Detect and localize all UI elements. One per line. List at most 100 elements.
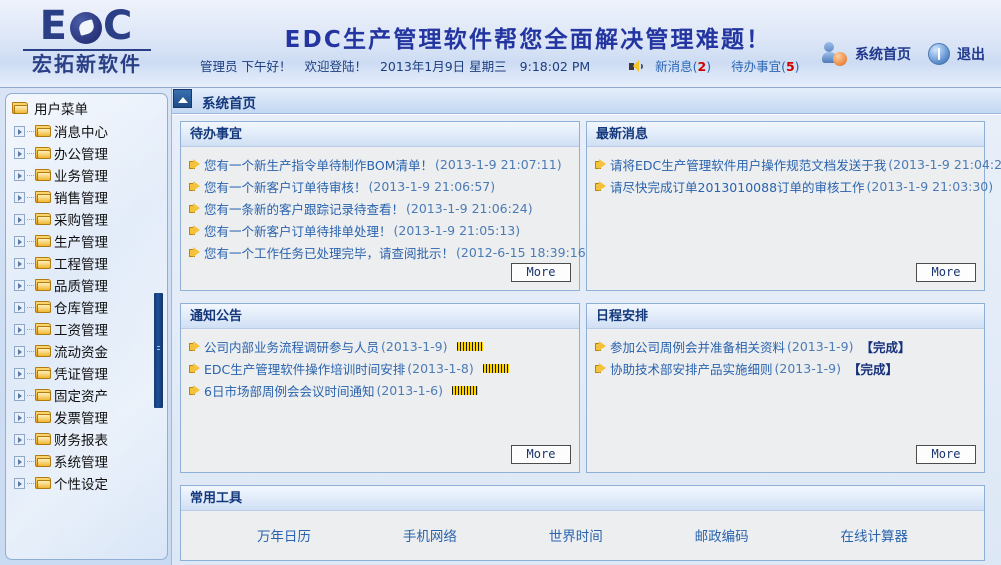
news-more-button[interactable]: More [916,263,976,282]
tool-link-3[interactable]: 邮政编码 [695,525,749,545]
sidebar-item-1[interactable]: 办公管理 [6,142,167,164]
new-badge-icon [482,363,509,373]
sidebar-item-6[interactable]: 工程管理 [6,252,167,274]
tool-link-4[interactable]: 在线计算器 [841,525,909,545]
tree-connector [27,196,35,198]
expand-arrow-icon[interactable] [14,367,25,379]
tool-link-1[interactable]: 手机网络 [403,525,457,545]
folder-icon [35,168,52,182]
expand-arrow-icon[interactable] [14,323,25,335]
schedule-link[interactable]: 参加公司周例会并准备相关资料 [610,337,785,356]
power-icon[interactable] [928,43,950,65]
logo: EC 宏拓新软件 [12,4,162,84]
todo-count: 5 [785,59,795,74]
todo-link[interactable]: 您有一个工作任务已处理完毕，请查阅批示！ [204,243,454,262]
expand-arrow-icon[interactable] [14,125,25,137]
expand-arrow-icon[interactable] [14,345,25,357]
panel-notice: 通知公告 公司内部业务流程调研参与人员 (2013-1-9) EDC生产管理软件操作… [180,303,580,473]
sidebar-item-3[interactable]: 销售管理 [6,186,167,208]
expand-arrow-icon[interactable] [14,257,25,269]
schedule-item[interactable]: 参加公司周例会并准备相关资料 (2013-1-9) 【完成】 [595,335,976,357]
notice-more-button[interactable]: More [511,445,571,464]
folder-icon [35,212,52,226]
todo-more-button[interactable]: More [511,263,571,282]
notice-item[interactable]: EDC生产管理软件操作培训时间安排 (2013-1-8) [189,357,571,379]
todo-item[interactable]: 您有一个新生产指令单待制作BOM清单！ (2013-1-9 21:07:11) [189,153,571,175]
tree-connector [27,130,35,132]
sidebar-item-9[interactable]: 工资管理 [6,318,167,340]
todo-timestamp: (2013-1-9 21:06:24) [406,200,533,216]
news-link[interactable]: 请尽快完成订单2013010088订单的审核工作 [610,177,865,196]
expand-arrow-icon[interactable] [14,411,25,423]
schedule-link[interactable]: 协助技术部安排产品实施细则 [610,359,773,378]
sidebar-scrollbar-thumb[interactable] [154,293,163,408]
expand-arrow-icon[interactable] [14,433,25,445]
sidebar-item-10[interactable]: 流动资金 [6,340,167,362]
sidebar-item-label: 消息中心 [54,125,108,141]
sidebar-item-4[interactable]: 采购管理 [6,208,167,230]
sidebar-item-8[interactable]: 仓库管理 [6,296,167,318]
tree-connector [27,174,35,176]
logout-button[interactable]: 退出 [957,44,985,64]
sidebar-item-14[interactable]: 财务报表 [6,428,167,450]
expand-arrow-icon[interactable] [14,455,25,467]
notice-item[interactable]: 6日市场部周例会会议时间通知 (2013-1-6) [189,379,571,401]
sidebar-item-label: 财务报表 [54,433,108,449]
sidebar-item-label: 发票管理 [54,411,108,427]
new-message-counter[interactable]: 新消息(2) [655,59,711,74]
new-badge-icon [451,385,478,395]
expand-arrow-icon[interactable] [14,477,25,489]
expand-arrow-icon[interactable] [14,213,25,225]
tree-connector [27,240,35,242]
todo-timestamp: (2012-6-15 18:39:16) [456,244,591,260]
notice-link[interactable]: 6日市场部周例会会议时间通知 [204,381,374,400]
tree-root-item[interactable]: 用户菜单 [6,94,167,120]
todo-item[interactable]: 您有一个工作任务已处理完毕，请查阅批示！ (2012-6-15 18:39:16) [189,241,591,263]
sidebar-item-13[interactable]: 发票管理 [6,406,167,428]
tool-link-0[interactable]: 万年日历 [257,525,311,545]
expand-arrow-icon[interactable] [14,301,25,313]
news-link[interactable]: 请将EDC生产管理软件用户操作规范文档发送于我 [610,155,886,174]
sidebar-item-11[interactable]: 凭证管理 [6,362,167,384]
expand-arrow-icon[interactable] [14,235,25,247]
todo-close: ) [794,59,800,74]
sidebar-item-15[interactable]: 系统管理 [6,450,167,472]
system-home-button[interactable]: 系统首页 [855,44,911,64]
todo-list: 您有一个新生产指令单待制作BOM清单！ (2013-1-9 21:07:11) 您有… [189,153,591,263]
todo-link[interactable]: 您有一个新生产指令单待制作BOM清单！ [204,155,433,174]
todo-item[interactable]: 您有一条新的客户跟踪记录待查看！ (2013-1-9 21:06:24) [189,197,571,219]
news-item[interactable]: 请将EDC生产管理软件用户操作规范文档发送于我 (2013-1-9 21:04:2… [595,153,1001,175]
expand-arrow-icon[interactable] [14,169,25,181]
sidebar-item-0[interactable]: 消息中心 [6,120,167,142]
todo-item[interactable]: 您有一个新客户订单待排单处理！ (2013-1-9 21:05:13) [189,219,571,241]
todo-timestamp: (2013-1-9 21:07:11) [434,156,562,172]
tree-connector [27,460,35,462]
sidebar-item-7[interactable]: 品质管理 [6,274,167,296]
notice-item[interactable]: 公司内部业务流程调研参与人员 (2013-1-9) [189,335,571,357]
schedule-more-button[interactable]: More [916,445,976,464]
expand-arrow-icon[interactable] [14,389,25,401]
collapse-panel-icon[interactable] [173,89,192,108]
panel-news-title: 最新消息 [587,122,984,147]
todo-link[interactable]: 您有一个新客户订单待审核！ [204,177,367,196]
todo-item[interactable]: 您有一个新客户订单待审核！ (2013-1-9 21:06:57) [189,175,571,197]
arrow-bullet-icon [595,362,606,374]
expand-arrow-icon[interactable] [14,147,25,159]
panel-notice-title: 通知公告 [181,304,579,329]
todo-counter[interactable]: 待办事宜(5) [731,59,799,74]
news-item[interactable]: 请尽快完成订单2013010088订单的审核工作 (2013-1-9 21:03:… [595,175,993,197]
expand-arrow-icon[interactable] [14,191,25,203]
sidebar-item-12[interactable]: 固定资产 [6,384,167,406]
sidebar-item-2[interactable]: 业务管理 [6,164,167,186]
page-header-bar: 系统首页 [172,88,1001,114]
notice-link[interactable]: EDC生产管理软件操作培训时间安排 [204,359,405,378]
todo-link[interactable]: 您有一条新的客户跟踪记录待查看！ [204,199,404,218]
tool-link-2[interactable]: 世界时间 [549,525,603,545]
todo-link[interactable]: 您有一个新客户订单待排单处理！ [204,221,392,240]
schedule-item[interactable]: 协助技术部安排产品实施细则 (2013-1-9) 【完成】 [595,357,976,379]
sidebar-item-16[interactable]: 个性设定 [6,472,167,494]
notice-link[interactable]: 公司内部业务流程调研参与人员 [204,337,379,356]
sidebar-item-5[interactable]: 生产管理 [6,230,167,252]
expand-arrow-icon[interactable] [14,279,25,291]
panel-news-body: 请将EDC生产管理软件用户操作规范文档发送于我 (2013-1-9 21:04:2… [587,147,1001,289]
